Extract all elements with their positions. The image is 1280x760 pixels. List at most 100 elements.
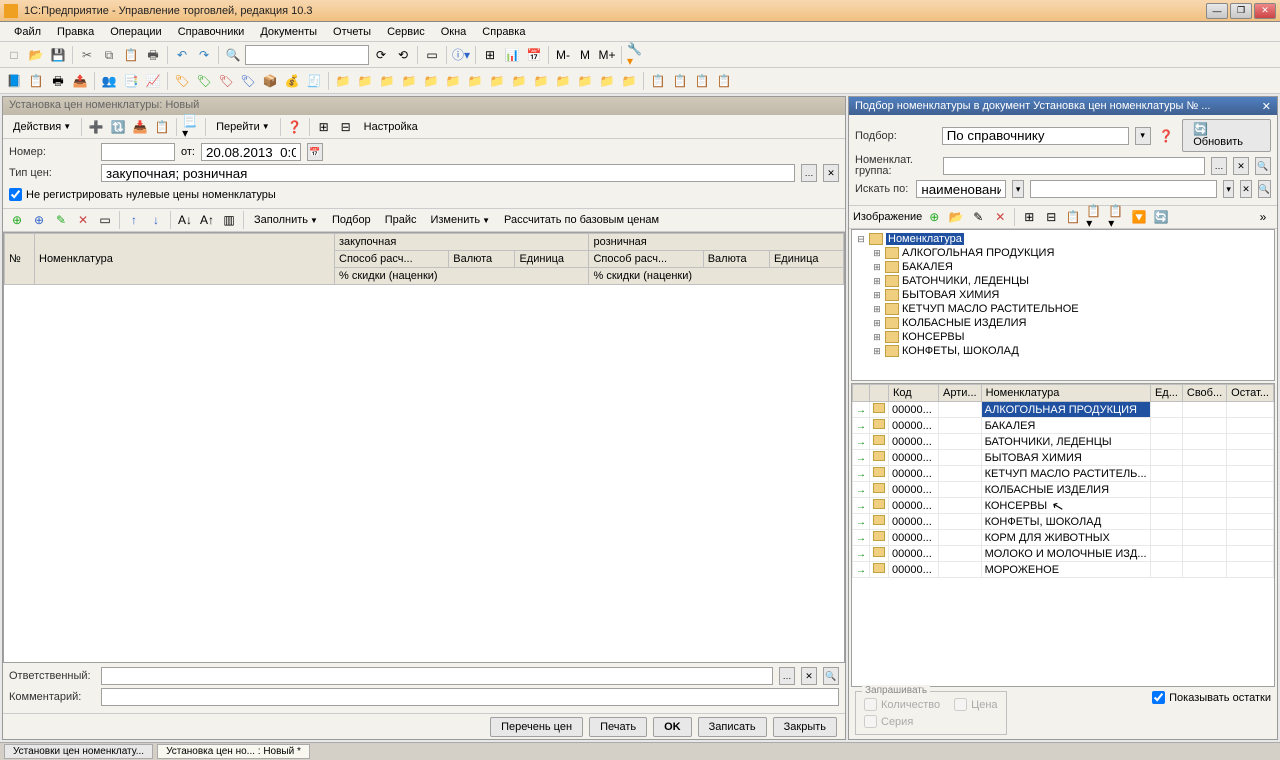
report-icon[interactable]: 📊: [502, 45, 522, 65]
c5-icon[interactable]: 📁: [421, 71, 441, 91]
status-tab-1[interactable]: Установка цен но... : Новый *: [157, 744, 310, 759]
c14-icon[interactable]: 📁: [619, 71, 639, 91]
refresh-button[interactable]: 🔄 Обновить: [1182, 119, 1271, 152]
podbor-dropdown-button[interactable]: ▾: [1135, 127, 1151, 145]
undo-icon[interactable]: ↶: [172, 45, 192, 65]
tree-node[interactable]: ⊞АЛКОГОЛЬНАЯ ПРОДУКЦИЯ: [854, 246, 1272, 260]
item-row[interactable]: →00000...КОНФЕТЫ, ШОКОЛАД: [853, 514, 1274, 530]
redo-icon[interactable]: ↷: [194, 45, 214, 65]
d2-icon[interactable]: 📋: [670, 71, 690, 91]
tree-node[interactable]: ⊞БАКАЛЕЯ: [854, 260, 1272, 274]
col-ed[interactable]: Ед...: [1150, 385, 1182, 402]
s3-icon[interactable]: 📋: [1063, 207, 1083, 227]
row-del-icon[interactable]: ✕: [73, 210, 93, 230]
menu-сервис[interactable]: Сервис: [379, 24, 433, 40]
group-select-button[interactable]: …: [1211, 157, 1227, 175]
expand-icon[interactable]: ⊞: [872, 262, 882, 273]
reg-icon[interactable]: 📑: [121, 71, 141, 91]
list-icon[interactable]: 📋: [26, 71, 46, 91]
search-dropdown-button[interactable]: ▾: [1223, 180, 1234, 198]
status-tab-0[interactable]: Установки цен номенклату...: [4, 744, 153, 759]
responsible-clear-button[interactable]: ✕: [801, 667, 817, 685]
chart-icon[interactable]: 📈: [143, 71, 163, 91]
row-copy-icon[interactable]: ⊕: [29, 210, 49, 230]
pricetype-select-button[interactable]: …: [801, 164, 817, 182]
tool-icon[interactable]: 🔧▾: [626, 45, 646, 65]
item-row[interactable]: →00000...КЕТЧУП МАСЛО РАСТИТЕЛЬ...: [853, 466, 1274, 482]
c3-icon[interactable]: 📁: [377, 71, 397, 91]
recalc-button[interactable]: Рассчитать по базовым ценам: [498, 212, 665, 228]
tree-node[interactable]: ⊞БЫТОВАЯ ХИМИЯ: [854, 288, 1272, 302]
expand-icon[interactable]: ⊞: [872, 304, 882, 315]
category-tree[interactable]: ⊟ Номенклатура ⊞АЛКОГОЛЬНАЯ ПРОДУКЦИЯ⊞БА…: [851, 229, 1275, 381]
col-unit2[interactable]: Единица: [769, 251, 843, 268]
cut-icon[interactable]: ✂: [77, 45, 97, 65]
search-clear-button[interactable]: ✕: [1240, 180, 1251, 198]
podbor-button[interactable]: Подбор: [326, 212, 377, 228]
find-next-icon[interactable]: ⟳: [371, 45, 391, 65]
col-disc1[interactable]: % скидки (наценки): [335, 268, 589, 285]
maximize-button[interactable]: ❐: [1230, 3, 1252, 19]
help2-icon[interactable]: ❓: [1157, 126, 1177, 146]
t7-icon[interactable]: 🧾: [304, 71, 324, 91]
copy2-icon[interactable]: 📋: [152, 117, 172, 137]
fill-button[interactable]: Заполнить▼: [248, 212, 324, 228]
search-combo[interactable]: [245, 45, 369, 65]
col-nom[interactable]: Номенклатура: [35, 234, 335, 285]
add-icon[interactable]: ➕: [86, 117, 106, 137]
cal-icon[interactable]: 📅: [524, 45, 544, 65]
row-down-icon[interactable]: ↓: [146, 210, 166, 230]
post-icon[interactable]: 📥: [130, 117, 150, 137]
tree-node[interactable]: ⊞КОНСЕРВЫ: [854, 330, 1272, 344]
swap-icon[interactable]: 🔃: [108, 117, 128, 137]
s7-icon[interactable]: 🔄: [1151, 207, 1171, 227]
find-icon[interactable]: 🔍: [223, 45, 243, 65]
s2-icon[interactable]: ⊟: [1041, 207, 1061, 227]
items-table[interactable]: Код Арти... Номенклатура Ед... Своб... О…: [851, 383, 1275, 687]
t5-icon[interactable]: 📦: [260, 71, 280, 91]
sort-desc-icon[interactable]: A↑: [197, 210, 217, 230]
c4-icon[interactable]: 📁: [399, 71, 419, 91]
s5-icon[interactable]: 📋▾: [1107, 207, 1127, 227]
search-find-button[interactable]: 🔍: [1258, 180, 1271, 198]
t6-icon[interactable]: 💰: [282, 71, 302, 91]
img-del-icon[interactable]: ✕: [990, 207, 1010, 227]
tree-icon[interactable]: ⊟: [336, 117, 356, 137]
col-code[interactable]: Код: [889, 385, 939, 402]
pricetype-clear-button[interactable]: ✕: [823, 164, 839, 182]
search-by-combo[interactable]: [916, 180, 1006, 198]
search-input[interactable]: [1030, 180, 1217, 198]
copy-icon[interactable]: ⧉: [99, 45, 119, 65]
expand-icon[interactable]: ⊞: [872, 318, 882, 329]
tree-node[interactable]: ⊞КОЛБАСНЫЕ ИЗДЕЛИЯ: [854, 316, 1272, 330]
menu-окна[interactable]: Окна: [433, 24, 475, 40]
expand-icon[interactable]: ⊞: [872, 332, 882, 343]
col-free[interactable]: Своб...: [1182, 385, 1226, 402]
menu-файл[interactable]: Файл: [6, 24, 49, 40]
menu-справочники[interactable]: Справочники: [170, 24, 253, 40]
expand-icon[interactable]: ⊞: [872, 346, 882, 357]
menu-документы[interactable]: Документы: [252, 24, 325, 40]
group-input[interactable]: [943, 157, 1205, 175]
col-buy[interactable]: закупочная: [335, 234, 589, 251]
c11-icon[interactable]: 📁: [553, 71, 573, 91]
sort-asc-icon[interactable]: A↓: [175, 210, 195, 230]
menu-справка[interactable]: Справка: [474, 24, 533, 40]
help-icon[interactable]: ❓: [285, 117, 305, 137]
goto-button[interactable]: Перейти▼: [210, 119, 276, 135]
list2-icon[interactable]: 📃▾: [181, 117, 201, 137]
save-icon[interactable]: 💾: [48, 45, 68, 65]
c8-icon[interactable]: 📁: [487, 71, 507, 91]
m-minus-icon[interactable]: M-: [553, 45, 573, 65]
tree-root[interactable]: ⊟ Номенклатура: [854, 232, 1272, 246]
col-n[interactable]: №: [5, 234, 35, 285]
col-art[interactable]: Арти...: [939, 385, 982, 402]
t1-icon[interactable]: 🏷: [172, 71, 192, 91]
menu-операции[interactable]: Операции: [102, 24, 169, 40]
settings-button[interactable]: Настройка: [358, 119, 424, 135]
user-icon[interactable]: 👥: [99, 71, 119, 91]
item-row[interactable]: →00000...КОРМ ДЛЯ ЖИВОТНЫХ: [853, 530, 1274, 546]
responsible-select-button[interactable]: …: [779, 667, 795, 685]
d3-icon[interactable]: 📋: [692, 71, 712, 91]
d1-icon[interactable]: 📋: [648, 71, 668, 91]
